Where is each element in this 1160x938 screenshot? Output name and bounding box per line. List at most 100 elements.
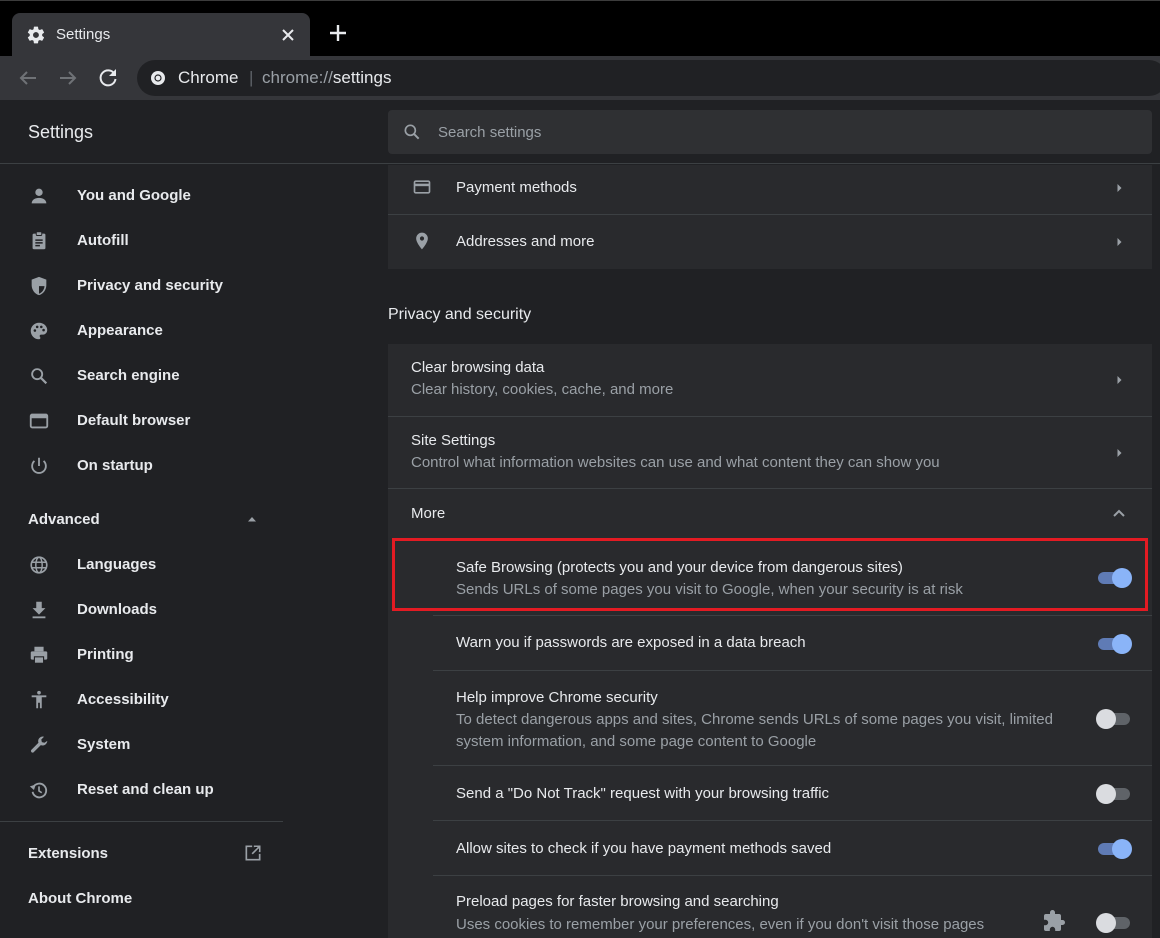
chrome-icon xyxy=(151,71,165,85)
arrow-right-icon xyxy=(1117,376,1122,384)
url-scheme: chrome:// xyxy=(262,68,333,87)
payment-check-title: Allow sites to check if you have payment… xyxy=(456,840,832,857)
sidebar-item-downloads[interactable]: Downloads xyxy=(0,590,283,630)
password-leak-toggle[interactable] xyxy=(1096,634,1132,654)
tab-strip: Settings xyxy=(0,0,1160,57)
gear-icon xyxy=(27,26,45,44)
payment-methods-row[interactable]: Payment methods xyxy=(388,165,1152,214)
improve-security-title: Help improve Chrome security xyxy=(456,689,658,706)
privacy-section-title: Privacy and security xyxy=(388,306,532,323)
sidebar-item-about-chrome[interactable]: About Chrome xyxy=(0,879,283,919)
sidebar-item-label: On startup xyxy=(77,457,153,474)
site-settings-row[interactable]: Site Settings Control what information w… xyxy=(388,417,1152,488)
improve-security-row[interactable]: Help improve Chrome security To detect d… xyxy=(388,671,1152,765)
sidebar-item-label: Default browser xyxy=(77,412,191,429)
addresses-row[interactable]: Addresses and more xyxy=(388,215,1152,269)
do-not-track-title: Send a "Do Not Track" request with your … xyxy=(456,785,830,802)
address-bar[interactable]: Chrome | chrome://settings xyxy=(137,60,1160,96)
search-box[interactable] xyxy=(388,110,1152,154)
forward-icon[interactable] xyxy=(56,66,80,90)
sidebar-item-on-startup[interactable]: On startup xyxy=(0,446,283,486)
reload-icon[interactable] xyxy=(96,66,120,90)
highlight-box xyxy=(392,538,1148,611)
sidebar-item-appearance[interactable]: Appearance xyxy=(0,311,283,351)
preload-pages-row[interactable]: Preload pages for faster browsing and se… xyxy=(388,876,1152,938)
preload-pages-toggle[interactable] xyxy=(1096,913,1132,933)
addresses-label: Addresses and more xyxy=(456,233,595,250)
sidebar-divider xyxy=(0,821,283,822)
location-pin-icon xyxy=(416,232,428,250)
advanced-label: Advanced xyxy=(28,511,100,528)
improve-security-sub: To detect dangerous apps and sites, Chro… xyxy=(456,711,1053,728)
toggle-knob xyxy=(1096,784,1116,804)
search-icon xyxy=(31,368,48,385)
open-in-new-icon xyxy=(245,845,261,861)
sidebar-item-accessibility[interactable]: Accessibility xyxy=(0,680,283,720)
back-icon[interactable] xyxy=(16,66,40,90)
search-icon xyxy=(404,124,420,140)
sidebar-item-label: You and Google xyxy=(77,187,191,204)
sidebar-item-search-engine[interactable]: Search engine xyxy=(0,356,283,396)
browser-toolbar: Chrome | chrome://settings xyxy=(0,56,1160,100)
extensions-label: Extensions xyxy=(28,845,109,862)
sidebar-item-extensions[interactable]: Extensions xyxy=(0,834,283,874)
arrow-right-icon xyxy=(1117,184,1122,192)
do-not-track-row[interactable]: Send a "Do Not Track" request with your … xyxy=(388,766,1152,820)
tab-settings[interactable]: Settings xyxy=(12,13,310,57)
autofill-card: Payment methods Addresses and more xyxy=(388,165,1152,269)
palette-icon xyxy=(30,322,48,340)
chevron-up-icon xyxy=(1113,509,1125,517)
url-path: settings xyxy=(332,68,392,87)
clipboard-icon xyxy=(32,231,46,250)
site-name: Chrome xyxy=(178,68,239,87)
sidebar-item-label: Languages xyxy=(77,556,157,573)
sidebar-item-label: Downloads xyxy=(77,601,158,618)
preload-pages-sub: Uses cookies to remember your preference… xyxy=(456,916,985,933)
payment-check-row[interactable]: Allow sites to check if you have payment… xyxy=(388,821,1152,875)
sidebar-item-label: Accessibility xyxy=(77,691,169,708)
sidebar-item-reset[interactable]: Reset and clean up xyxy=(0,770,283,810)
privacy-card: Clear browsing data Clear history, cooki… xyxy=(388,344,1152,938)
improve-security-toggle[interactable] xyxy=(1096,709,1132,729)
close-icon[interactable] xyxy=(278,25,298,45)
sidebar-item-default-browser[interactable]: Default browser xyxy=(0,401,283,441)
sidebar-item-label: System xyxy=(77,736,131,753)
power-icon xyxy=(31,457,47,474)
toggle-knob xyxy=(1096,913,1116,933)
sidebar-item-system[interactable]: System xyxy=(0,725,283,765)
password-leak-row[interactable]: Warn you if passwords are exposed in a d… xyxy=(388,616,1152,670)
improve-security-sub-line2: system information, and some page conten… xyxy=(456,733,817,750)
clear-browsing-data-row[interactable]: Clear browsing data Clear history, cooki… xyxy=(388,344,1152,416)
shield-icon xyxy=(31,276,47,296)
payment-check-toggle[interactable] xyxy=(1096,839,1132,859)
payment-methods-label: Payment methods xyxy=(456,179,577,196)
browser-window-icon xyxy=(29,413,49,429)
address-separator: | xyxy=(249,68,254,87)
collapse-arrow-icon xyxy=(248,517,256,522)
more-label: More xyxy=(411,505,446,522)
restore-icon xyxy=(29,782,48,799)
sidebar-item-printing[interactable]: Printing xyxy=(0,635,283,675)
sidebar-item-languages[interactable]: Languages xyxy=(0,545,283,585)
clear-browsing-data-title: Clear browsing data xyxy=(411,359,545,376)
sidebar-item-label: Reset and clean up xyxy=(77,781,214,798)
globe-icon xyxy=(30,556,48,574)
extension-puzzle-icon xyxy=(1044,910,1065,931)
wrench-icon xyxy=(30,736,48,753)
sidebar-item-autofill[interactable]: Autofill xyxy=(0,221,283,261)
toggle-knob xyxy=(1112,634,1132,654)
printer-icon xyxy=(30,646,48,664)
sidebar-item-privacy[interactable]: Privacy and security xyxy=(0,266,283,306)
clear-browsing-data-sub: Clear history, cookies, cache, and more xyxy=(411,381,674,398)
sidebar-advanced-toggle[interactable]: Advanced xyxy=(0,500,283,540)
more-expander[interactable]: More xyxy=(388,489,1152,540)
credit-card-icon xyxy=(413,180,431,194)
search-input[interactable] xyxy=(438,110,1138,154)
sidebar-item-you-and-google[interactable]: You and Google xyxy=(0,176,283,216)
new-tab-icon[interactable] xyxy=(326,21,350,45)
password-leak-title: Warn you if passwords are exposed in a d… xyxy=(456,634,806,651)
page-title: Settings xyxy=(28,122,94,142)
do-not-track-toggle[interactable] xyxy=(1096,784,1132,804)
about-label: About Chrome xyxy=(28,890,133,907)
sidebar-item-label: Search engine xyxy=(77,367,180,384)
